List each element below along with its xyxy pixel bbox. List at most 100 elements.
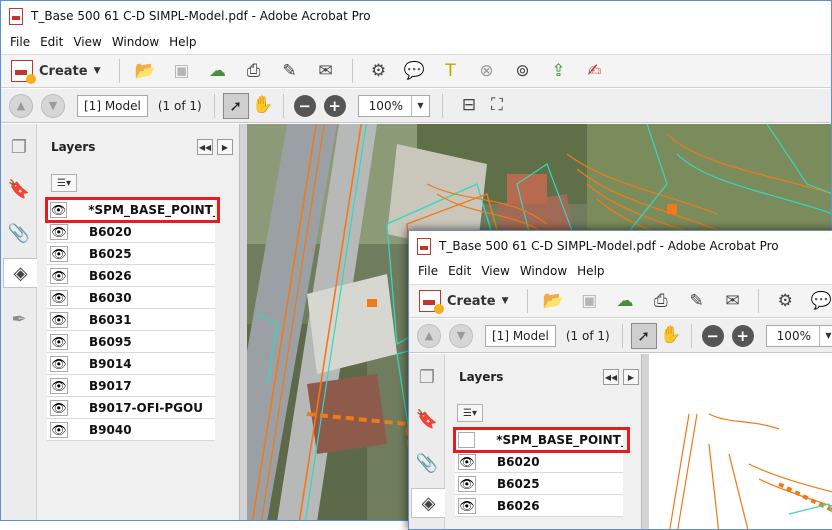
page-number-field[interactable]: [1] Model [77, 94, 148, 117]
layer-row[interactable]: 👁 B9014 [47, 353, 215, 375]
attachments-icon[interactable]: 📎 [5, 218, 33, 248]
select-tool-button[interactable]: ➚ [630, 322, 657, 349]
menu-file[interactable]: File [5, 35, 35, 49]
edit-icon[interactable]: ✎ [278, 59, 302, 83]
print-icon[interactable]: ⎙ [242, 59, 266, 83]
menu-help[interactable]: Help [572, 264, 609, 278]
eye-icon[interactable]: 👁 [50, 267, 68, 284]
email-icon[interactable]: ✉ [721, 289, 745, 313]
page-number-field[interactable]: [1] Model [485, 324, 556, 347]
layer-row[interactable]: 👁 B6025 [455, 473, 623, 495]
menu-edit[interactable]: Edit [35, 35, 68, 49]
layer-row[interactable]: 👁 B6026 [47, 265, 215, 287]
pane-splitter[interactable] [239, 124, 247, 520]
export-icon[interactable]: ⇪ [547, 59, 571, 83]
layer-row[interactable]: 👁 B6031 [47, 309, 215, 331]
layer-row[interactable]: 👁 *SPM_BASE_POINT_LA [47, 199, 215, 221]
eye-icon[interactable]: 👁 [50, 245, 68, 262]
eye-icon[interactable]: 👁 [50, 289, 68, 306]
bookmarks-icon[interactable]: 🔖 [413, 404, 441, 434]
comment-icon[interactable]: 💬 [403, 59, 427, 83]
layer-row[interactable]: 👁 B9040 [47, 419, 215, 441]
open-folder-icon[interactable]: 📂 [542, 289, 566, 313]
print-icon[interactable]: ⎙ [649, 289, 673, 313]
menu-window[interactable]: Window [107, 35, 164, 49]
eye-icon[interactable]: 👁 [50, 377, 68, 394]
eye-icon[interactable]: 👁 [50, 355, 68, 372]
layers-icon[interactable]: ◈ [3, 258, 37, 288]
zoom-select[interactable]: 100% ▼ [357, 94, 430, 117]
menu-view[interactable]: View [476, 264, 514, 278]
layer-row[interactable]: 👁 B6030 [47, 287, 215, 309]
panel-menu-button[interactable]: ▶ [623, 369, 639, 385]
bookmarks-icon[interactable]: 🔖 [5, 174, 33, 204]
menu-view[interactable]: View [68, 35, 106, 49]
highlight-text-icon[interactable]: T [439, 59, 463, 83]
menu-edit[interactable]: Edit [443, 264, 476, 278]
gear-icon[interactable]: ⚙ [773, 289, 797, 313]
sign-icon[interactable]: ✍ [583, 59, 607, 83]
open-folder-icon[interactable]: 📂 [134, 59, 158, 83]
eye-icon[interactable]: 👁 [458, 431, 476, 448]
attachments-icon[interactable]: 📎 [413, 448, 441, 478]
pages-icon[interactable]: ❐ [413, 362, 441, 392]
hand-tool-icon[interactable]: ✋ [252, 94, 273, 118]
next-page-button[interactable]: ▼ [41, 93, 65, 118]
zoom-in-button[interactable]: + [323, 94, 346, 117]
layer-row[interactable]: 👁 B6025 [47, 243, 215, 265]
layer-row[interactable]: 👁 B6095 [47, 331, 215, 353]
pane-splitter[interactable] [641, 354, 649, 529]
secure-icon[interactable]: ⊚ [511, 59, 535, 83]
zoom-out-button[interactable]: − [293, 94, 316, 117]
collapse-panel-button[interactable]: ◀◀ [197, 139, 213, 155]
eye-icon[interactable]: 👁 [458, 453, 476, 470]
upload-cloud-icon[interactable]: ☁ [206, 59, 230, 83]
email-icon[interactable]: ✉ [314, 59, 338, 83]
save-icon[interactable]: ▣ [170, 59, 194, 83]
create-button[interactable]: Create ▼ [419, 290, 509, 314]
redact-icon[interactable]: ⊗ [475, 59, 499, 83]
eye-icon[interactable]: 👁 [458, 475, 476, 492]
layer-row[interactable]: 👁 B6020 [455, 451, 623, 473]
zoom-select[interactable]: 100% ▼ [765, 324, 832, 347]
fit-width-icon[interactable]: ⊟ [459, 94, 479, 118]
menu-help[interactable]: Help [164, 35, 201, 49]
previous-page-button[interactable]: ▲ [9, 93, 33, 118]
next-page-button[interactable]: ▼ [449, 323, 473, 348]
eye-icon[interactable]: 👁 [50, 311, 68, 328]
collapse-panel-button[interactable]: ◀◀ [603, 369, 619, 385]
fit-page-icon[interactable]: ⛶ [487, 94, 507, 118]
layer-row[interactable]: 👁 B6020 [47, 221, 215, 243]
layers-icon[interactable]: ◈ [411, 488, 445, 518]
layer-row[interactable]: 👁 B9017 [47, 375, 215, 397]
previous-page-button[interactable]: ▲ [417, 323, 441, 348]
pages-icon[interactable]: ❐ [5, 132, 33, 162]
pointer-icon: ➚ [229, 96, 242, 115]
menu-file[interactable]: File [413, 264, 443, 278]
comment-icon[interactable]: 💬 [809, 289, 832, 313]
eye-icon[interactable]: 👁 [50, 201, 68, 218]
zoom-out-button[interactable]: − [701, 324, 724, 347]
signatures-icon[interactable]: ✒ [5, 304, 33, 334]
eye-icon[interactable]: 👁 [50, 333, 68, 350]
eye-icon[interactable]: 👁 [458, 497, 476, 514]
upload-cloud-icon[interactable]: ☁ [613, 289, 637, 313]
layer-row[interactable]: 👁 B9017-OFI-PGOU [47, 397, 215, 419]
panel-menu-button[interactable]: ▶ [217, 139, 233, 155]
create-button[interactable]: Create ▼ [11, 60, 101, 84]
zoom-in-button[interactable]: + [731, 324, 754, 347]
select-tool-button[interactable]: ➚ [222, 92, 249, 119]
eye-icon[interactable]: 👁 [50, 421, 68, 438]
layer-row[interactable]: 👁 B6026 [455, 495, 623, 517]
layer-options-button[interactable]: ☰▾ [51, 174, 77, 192]
gear-icon[interactable]: ⚙ [367, 59, 391, 83]
eye-icon[interactable]: 👁 [50, 223, 68, 240]
eye-icon[interactable]: 👁 [50, 399, 68, 416]
document-view[interactable] [649, 354, 832, 529]
save-icon[interactable]: ▣ [577, 289, 601, 313]
menu-window[interactable]: Window [515, 264, 572, 278]
edit-icon[interactable]: ✎ [685, 289, 709, 313]
layer-options-button[interactable]: ☰▾ [457, 404, 483, 422]
hand-tool-icon[interactable]: ✋ [660, 324, 681, 348]
layer-row[interactable]: 👁 *SPM_BASE_POINT_LA [455, 429, 623, 451]
